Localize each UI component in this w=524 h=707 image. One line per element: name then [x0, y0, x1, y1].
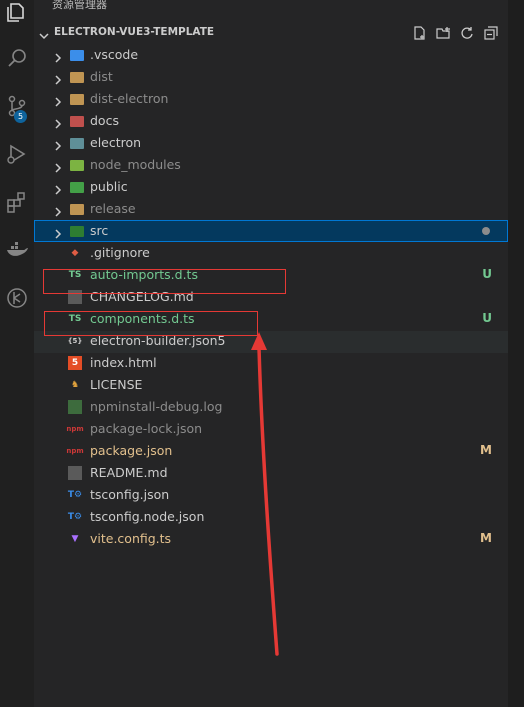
annotation-arrow [251, 332, 279, 656]
